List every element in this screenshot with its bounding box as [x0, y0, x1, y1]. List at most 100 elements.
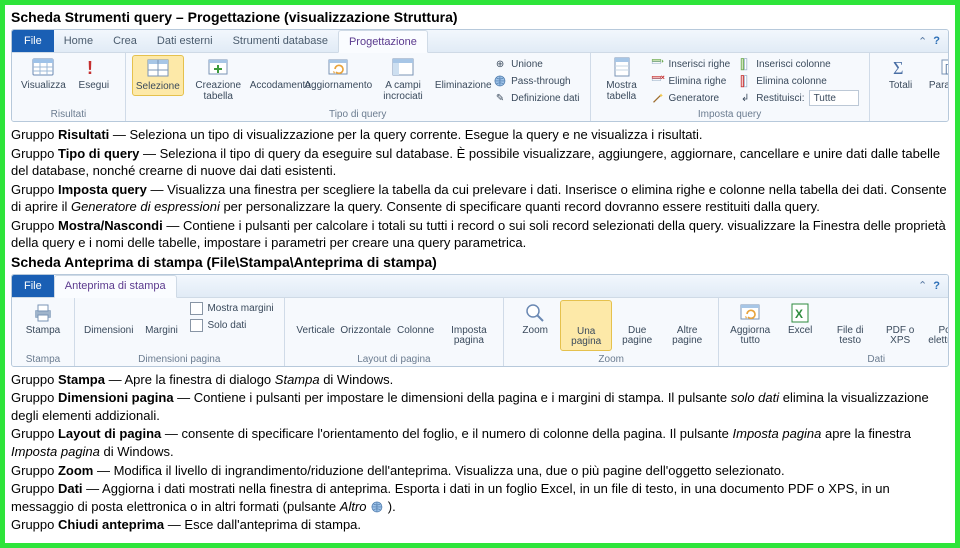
more-icon-inline: [370, 500, 384, 514]
tab-progettazione[interactable]: Progettazione: [338, 30, 428, 53]
btn-file-testo[interactable]: File di testo: [825, 300, 875, 349]
btn-imposta-pagina[interactable]: Imposta pagina: [441, 300, 498, 349]
group-label: Mostra/Nascondi: [876, 108, 949, 120]
btn-label: Mostra tabella: [600, 81, 644, 102]
insert-cols-icon: [738, 57, 752, 71]
group-label: Zoom: [510, 353, 712, 365]
p-dati: Gruppo Dati — Aggiorna i dati mostrati n…: [11, 480, 949, 515]
crosstab-icon: [392, 57, 414, 79]
landscape-icon: [355, 302, 377, 324]
btn-label: Dimensioni: [84, 326, 133, 337]
btn-label: Stampa: [26, 326, 60, 337]
passthrough-icon: [493, 74, 507, 88]
btn-label: Esegui: [79, 81, 110, 92]
make-table-icon: [207, 57, 229, 79]
p-risultati: Gruppo Risultati — Seleziona un tipo di …: [11, 126, 949, 144]
two-pages-icon: [626, 302, 648, 324]
btn-inserisci-colonne[interactable]: Inserisci colonne: [738, 56, 858, 72]
btn-esegui[interactable]: Esegui: [69, 55, 119, 94]
btn-elimina-righe[interactable]: Elimina righe: [651, 73, 731, 89]
btn-parametri[interactable]: Parametri: [926, 55, 949, 94]
btn-stampa[interactable]: Stampa: [18, 300, 68, 339]
tab-file[interactable]: File: [12, 275, 54, 297]
btn-aggiorna-tutto[interactable]: Aggiorna tutto: [725, 300, 775, 349]
btn-verticale[interactable]: Verticale: [291, 300, 341, 339]
tab-dati-esterni[interactable]: Dati esterni: [147, 30, 223, 52]
p-tipo-query: Gruppo Tipo di query — Seleziona il tipo…: [11, 145, 949, 180]
btn-piu-pagine[interactable]: Altre pagine: [662, 300, 712, 349]
mail-icon: [940, 302, 949, 324]
group-label: Risultati: [18, 108, 119, 120]
printer-icon: [32, 302, 54, 324]
btn-label: Parametri: [929, 81, 949, 92]
btn-aggiornamento[interactable]: Aggiornamento: [308, 55, 369, 94]
help-icon[interactable]: ?: [933, 280, 940, 292]
tab-crea[interactable]: Crea: [103, 30, 147, 52]
btn-totali[interactable]: Totali: [876, 55, 926, 94]
btn-inserisci-righe[interactable]: Inserisci righe: [651, 56, 731, 72]
group-zoom: Zoom Una pagina Due pagine Altre pagine …: [504, 298, 719, 366]
btn-pass-through[interactable]: Pass-through: [493, 73, 579, 89]
show-table-icon: [611, 57, 633, 79]
delete-cols-icon: [738, 74, 752, 88]
btn-label: Margini: [145, 326, 178, 337]
btn-creazione-tabella[interactable]: Creazione tabella: [184, 55, 253, 104]
btn-posta-elettronica[interactable]: Posta elettronica: [925, 300, 949, 349]
help-icon[interactable]: ?: [933, 35, 940, 47]
btn-accodamento[interactable]: Accodamento: [253, 55, 308, 94]
insert-rows-icon: [651, 57, 665, 71]
chk-solo-dati[interactable]: Solo dati: [190, 318, 273, 334]
group-label: Dati: [725, 353, 949, 365]
append-icon: [269, 57, 291, 79]
restituisci-combo[interactable]: Tutte: [809, 90, 859, 106]
union-icon: ⊕: [493, 57, 507, 71]
row-restituisci: ↲ Restituisci: Tutte: [738, 90, 858, 106]
builder-icon: [651, 91, 665, 105]
text-file-icon: [839, 302, 861, 324]
one-page-icon: [575, 303, 597, 325]
btn-elimina-colonne[interactable]: Elimina colonne: [738, 73, 858, 89]
btn-dimensioni[interactable]: Dimensioni: [81, 300, 136, 339]
btn-orizzontale[interactable]: Orizzontale: [341, 300, 391, 339]
group-layout-pagina: Verticale Orizzontale Colonne Imposta pa…: [285, 298, 505, 366]
btn-margini[interactable]: Margini: [136, 300, 186, 339]
minimize-ribbon-icon[interactable]: ⌃: [918, 35, 927, 48]
chk-mostra-margini[interactable]: Mostra margini: [190, 301, 273, 317]
excel-icon: [789, 302, 811, 324]
more-pages-icon: [676, 302, 698, 324]
page-size-icon: [98, 302, 120, 324]
minimize-ribbon-icon[interactable]: ⌃: [918, 279, 927, 292]
btn-definizione-dati[interactable]: ✎Definizione dati: [493, 90, 579, 106]
btn-colonne[interactable]: Colonne: [391, 300, 441, 339]
group-label: Stampa: [18, 353, 68, 365]
tab-file[interactable]: File: [12, 30, 54, 52]
btn-unione[interactable]: ⊕Unione: [493, 56, 579, 72]
btn-pdf-xps[interactable]: PDF o XPS: [875, 300, 925, 349]
btn-una-pagina[interactable]: Una pagina: [560, 300, 612, 351]
ribbon-anteprima: File Anteprima di stampa ⌃ ? Stampa Stam…: [11, 274, 949, 367]
p-imposta-query: Gruppo Imposta query — Visualizza una fi…: [11, 181, 949, 216]
pdf-icon: [889, 302, 911, 324]
group-dati: Aggiorna tutto Excel File di testo PDF o…: [719, 298, 949, 366]
btn-zoom[interactable]: Zoom: [510, 300, 560, 339]
p-layout-pagina: Gruppo Layout di pagina — consente di sp…: [11, 425, 949, 460]
btn-excel[interactable]: Excel: [775, 300, 825, 339]
btn-label: Totali: [889, 81, 912, 92]
table-icon: [32, 57, 54, 79]
tab-home[interactable]: Home: [54, 30, 103, 52]
btn-selezione[interactable]: Selezione: [132, 55, 184, 96]
btn-eliminazione[interactable]: Eliminazione: [437, 55, 489, 94]
run-icon: [83, 57, 105, 79]
heading-tab-anteprima: Scheda Anteprima di stampa (File\Stampa\…: [11, 254, 949, 270]
btn-generatore[interactable]: Generatore: [651, 90, 731, 106]
delete-query-icon: [452, 57, 474, 79]
btn-mostra-tabella[interactable]: Mostra tabella: [597, 55, 647, 104]
btn-campi-incrociati[interactable]: A campi incrociati: [369, 55, 438, 104]
columns-icon: [405, 302, 427, 324]
portrait-icon: [305, 302, 327, 324]
btn-label: Creazione tabella: [187, 81, 250, 102]
group-label: Imposta query: [597, 108, 863, 120]
btn-due-pagine[interactable]: Due pagine: [612, 300, 662, 349]
delete-rows-icon: [651, 74, 665, 88]
btn-visualizza[interactable]: Visualizza: [18, 55, 69, 94]
